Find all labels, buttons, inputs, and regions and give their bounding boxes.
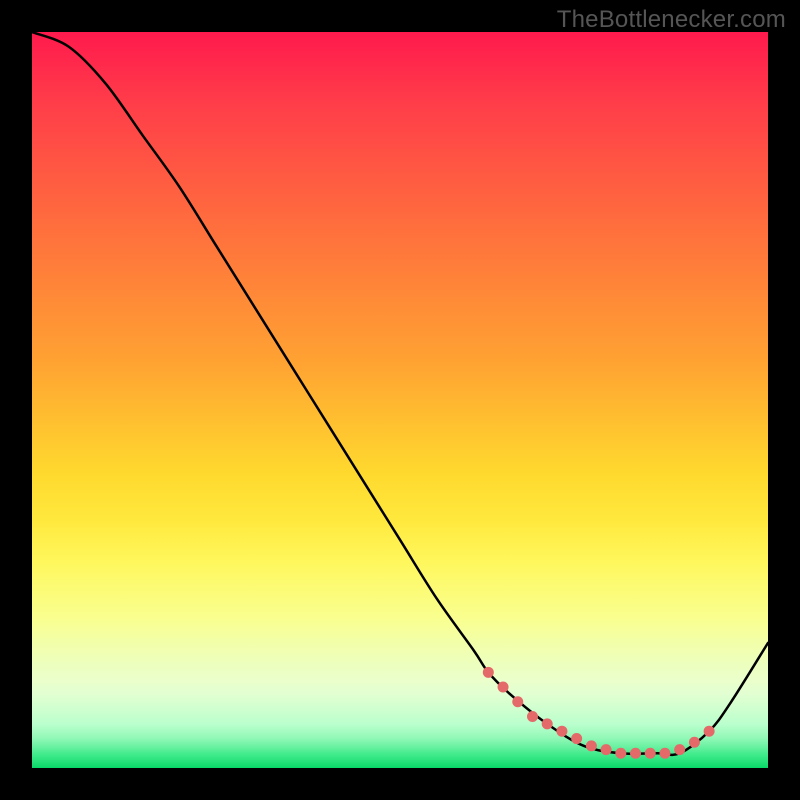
valley-dot — [659, 748, 670, 759]
valley-dot — [586, 740, 597, 751]
valley-dot — [542, 718, 553, 729]
valley-dot — [498, 682, 509, 693]
valley-dot — [689, 737, 700, 748]
watermark-label: TheBottlenecker.com — [557, 6, 786, 34]
valley-dot — [512, 696, 523, 707]
valley-dot — [483, 667, 494, 678]
valley-dot — [527, 711, 538, 722]
valley-dot — [615, 748, 626, 759]
valley-dot — [704, 726, 715, 737]
valley-dot — [601, 744, 612, 755]
valley-dot — [674, 744, 685, 755]
chart-svg — [32, 32, 768, 768]
valley-dot — [571, 733, 582, 744]
chart-area — [32, 32, 768, 768]
valley-dots-group — [483, 667, 715, 759]
valley-dot — [630, 748, 641, 759]
valley-dot — [556, 726, 567, 737]
valley-dot — [645, 748, 656, 759]
bottleneck-curve — [32, 32, 768, 755]
